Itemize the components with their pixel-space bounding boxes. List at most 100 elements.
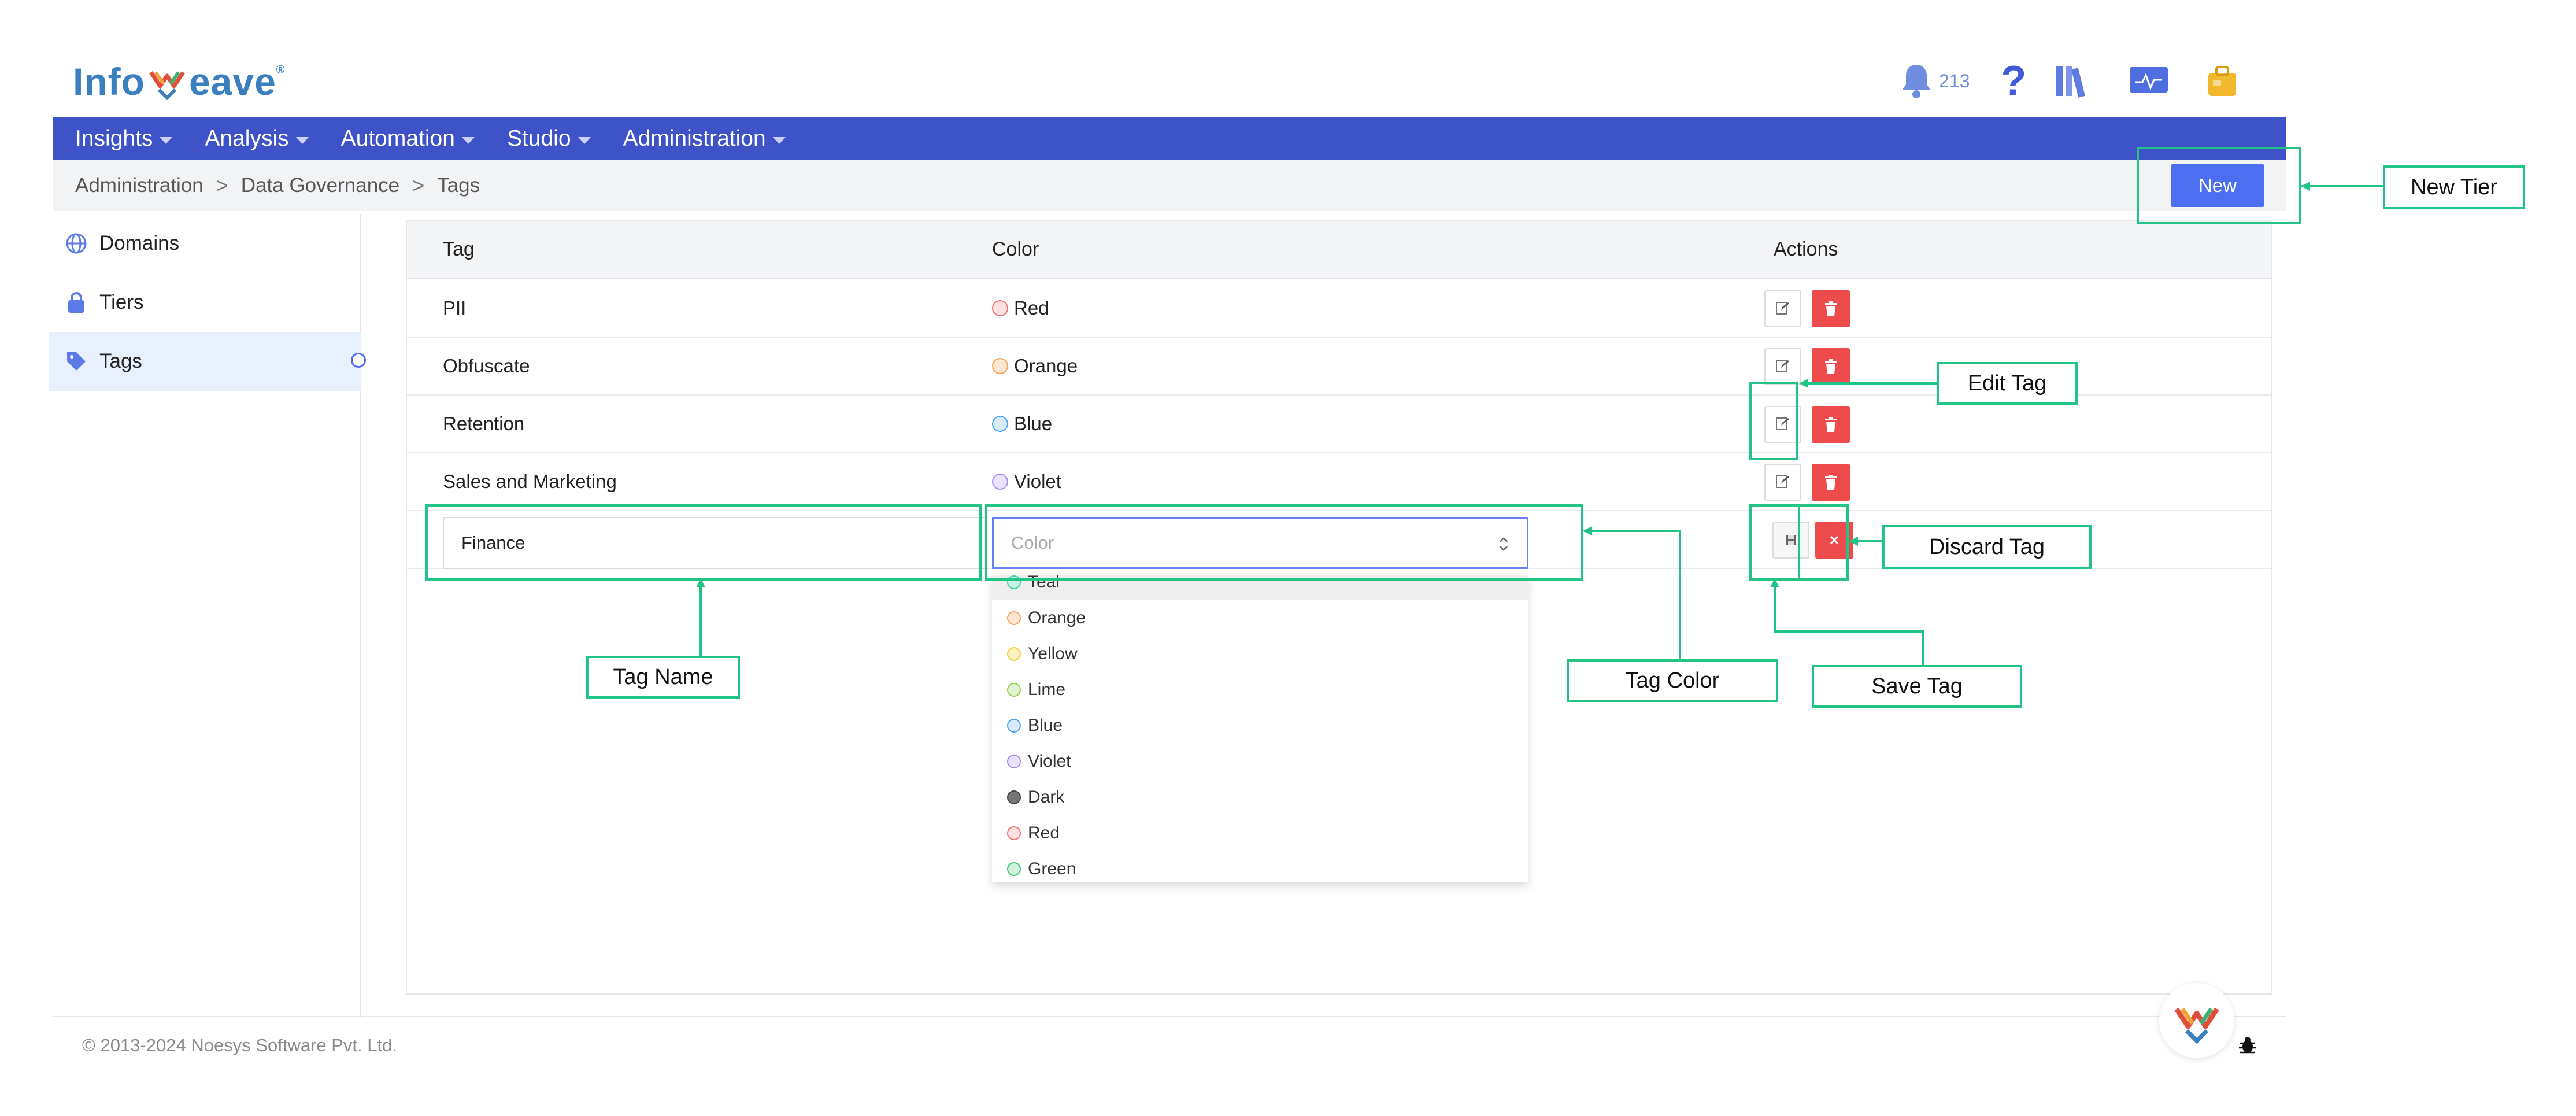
globe-icon (64, 231, 89, 256)
tag-name-cell: PII (443, 297, 467, 319)
annotation-label-edit-tag: Edit Tag (1937, 362, 2078, 405)
sidebar: Domains Tiers Tags (49, 214, 361, 1018)
color-label: Violet (1014, 471, 1061, 492)
breadcrumb-item-administration[interactable]: Administration (75, 174, 203, 197)
dropdown-option-lime[interactable]: Lime (992, 672, 1528, 708)
color-dot-icon (1007, 683, 1021, 697)
nav-administration[interactable]: Administration (623, 126, 786, 151)
table-row: Sales and Marketing Violet (407, 453, 2271, 511)
nav-label: Automation (340, 126, 455, 151)
annotation-box-tag-color (985, 504, 1583, 581)
tag-name-cell: Retention (443, 413, 525, 434)
option-label: Blue (1028, 716, 1063, 735)
sidebar-item-label: Domains (99, 232, 180, 254)
logo-text-suffix: eave (188, 60, 276, 103)
option-label: Green (1028, 859, 1076, 878)
breadcrumb-item-data-governance[interactable]: Data Governance (241, 174, 399, 197)
sidebar-item-tags[interactable]: Tags (49, 332, 361, 391)
option-label: Violet (1028, 752, 1071, 771)
dropdown-option-yellow[interactable]: Yellow (992, 636, 1528, 672)
annotation-box-discard (1798, 504, 1849, 581)
library-icon[interactable] (2049, 58, 2096, 104)
sidebar-item-label: Tiers (99, 291, 144, 313)
color-dot-icon (1007, 790, 1021, 804)
caret-down-icon (160, 137, 173, 144)
option-label: Red (1028, 823, 1060, 842)
color-dot-icon (1007, 647, 1021, 661)
assistant-launcher-button[interactable] (2159, 983, 2234, 1058)
edit-tag-button[interactable] (1764, 290, 1801, 327)
annotation-label-tag-color: Tag Color (1567, 659, 1778, 702)
nav-analysis[interactable]: Analysis (205, 126, 309, 151)
edit-tag-button[interactable] (1764, 464, 1801, 501)
annotation-box-tag-name (425, 504, 982, 581)
main-nav: Insights Analysis Automation Studio Admi… (53, 117, 2286, 160)
dropdown-option-green[interactable]: Green (992, 851, 1528, 882)
option-label: Orange (1028, 608, 1086, 627)
tags-table: Tag Color Actions PII Red Obfuscate Oran… (406, 220, 2272, 995)
registered-mark: ® (276, 63, 286, 76)
caret-down-icon (578, 137, 591, 144)
dropdown-option-orange[interactable]: Orange (992, 600, 1528, 636)
notification-count: 213 (1939, 70, 1970, 91)
color-dot-icon (992, 358, 1008, 374)
nav-label: Administration (623, 126, 766, 151)
dropdown-option-dark[interactable]: Dark (992, 779, 1528, 815)
tag-name-cell: Obfuscate (443, 355, 530, 376)
pencil-icon (1776, 302, 1789, 315)
nav-studio[interactable]: Studio (507, 126, 591, 151)
lock-icon (64, 290, 89, 315)
nav-label: Studio (506, 126, 571, 151)
logo-text-prefix: Info (73, 60, 145, 103)
caret-down-icon (772, 137, 786, 144)
delete-tag-button[interactable] (1812, 464, 1850, 501)
app-logo: Info eave ® (73, 56, 286, 108)
bug-report-icon[interactable] (2237, 1035, 2258, 1056)
dropdown-option-blue[interactable]: Blue (992, 708, 1528, 744)
trash-icon (1825, 359, 1837, 374)
annotation-label-save-tag: Save Tag (1812, 665, 2022, 708)
trash-icon (1825, 417, 1837, 432)
column-header-color: Color (992, 238, 1039, 260)
annotation-box-new (2137, 147, 2301, 224)
breadcrumb-separator: > (216, 173, 228, 197)
sidebar-item-domains[interactable]: Domains (49, 214, 361, 273)
breadcrumb: Administration > Data Governance > Tags (53, 160, 2286, 211)
dropdown-option-violet[interactable]: Violet (992, 744, 1528, 779)
annotation-label-tag-name: Tag Name (586, 656, 740, 699)
column-header-tag: Tag (443, 238, 475, 260)
table-row: PII Red (407, 280, 2271, 338)
sidebar-item-tiers[interactable]: Tiers (49, 273, 361, 332)
annotation-label-new-tier: New Tier (2383, 165, 2525, 209)
delete-tag-button[interactable] (1812, 348, 1850, 385)
color-dot-icon (992, 416, 1008, 432)
color-label: Red (1014, 297, 1049, 319)
color-dot-icon (1007, 826, 1021, 840)
color-dot-icon (1007, 755, 1021, 768)
tag-color-cell: Blue (992, 413, 1052, 435)
sidebar-collapse-handle[interactable] (351, 353, 366, 368)
notification-bell-icon[interactable] (1896, 58, 1937, 104)
package-icon[interactable] (2202, 58, 2242, 104)
monitor-icon[interactable] (2126, 58, 2172, 104)
logo-mark-icon (149, 71, 185, 101)
color-dot-icon (1007, 719, 1021, 733)
delete-tag-button[interactable] (1812, 290, 1850, 327)
dropdown-option-red[interactable]: Red (992, 815, 1528, 851)
annotation-box-save (1749, 504, 1800, 581)
column-header-actions: Actions (1774, 238, 1838, 260)
delete-tag-button[interactable] (1812, 406, 1850, 443)
help-icon[interactable]: ? (1996, 58, 2031, 104)
caret-down-icon (295, 137, 309, 144)
nav-insights[interactable]: Insights (75, 126, 173, 151)
tag-icon (64, 349, 89, 374)
annotation-box-edit (1749, 382, 1798, 460)
tag-color-cell: Orange (992, 355, 1078, 377)
color-dot-icon (992, 300, 1008, 316)
color-dot-icon (1007, 611, 1021, 625)
breadcrumb-item-tags: Tags (437, 174, 480, 197)
nav-automation[interactable]: Automation (341, 126, 475, 151)
tag-color-cell: Red (992, 297, 1049, 319)
trash-icon (1825, 475, 1837, 490)
edit-tag-button[interactable] (1764, 348, 1801, 385)
